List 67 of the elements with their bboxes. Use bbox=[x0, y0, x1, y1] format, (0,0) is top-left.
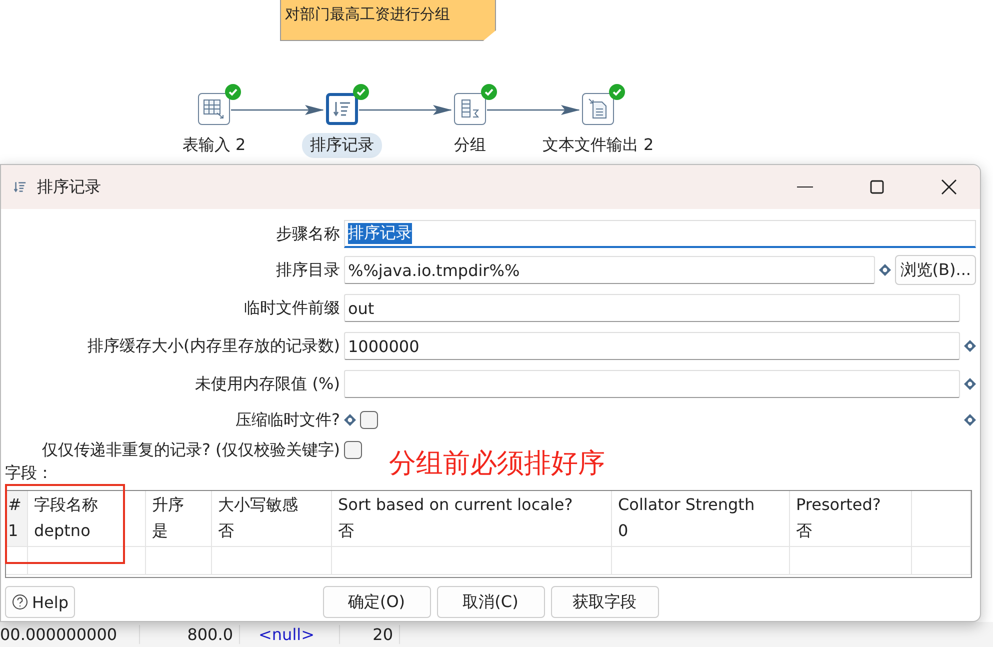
field-label: 排序目录 bbox=[275, 260, 340, 280]
table-icon bbox=[203, 98, 225, 120]
checkbox[interactable] bbox=[360, 411, 378, 429]
table-cell bbox=[146, 547, 212, 575]
table-cell bbox=[912, 519, 971, 547]
group-icon bbox=[459, 98, 481, 120]
step-label[interactable]: 文本文件输出 2 bbox=[534, 133, 662, 158]
dialog-button[interactable]: 取消(C) bbox=[436, 586, 544, 618]
column-header[interactable]: 大小写敏感 bbox=[212, 491, 332, 519]
sticky-note: 对部门最高工资进行分组 bbox=[280, 0, 496, 41]
help-icon bbox=[12, 594, 28, 610]
maximize-icon bbox=[870, 180, 884, 194]
table-cell: 1 bbox=[6, 519, 28, 547]
table-cell: 00.000000000 bbox=[0, 625, 140, 644]
table-cell: 800.0 bbox=[140, 625, 240, 644]
step-node[interactable] bbox=[326, 93, 358, 125]
field-label: 步骤名称 bbox=[275, 224, 340, 244]
step-node[interactable] bbox=[454, 93, 486, 125]
input-field[interactable]: %%java.io.tmpdir%% bbox=[344, 256, 876, 284]
minimize-icon bbox=[797, 186, 813, 188]
column-header[interactable]: Presorted? bbox=[790, 491, 912, 519]
step-label[interactable]: 排序记录 bbox=[302, 133, 382, 158]
table-cell: 20 bbox=[340, 625, 400, 644]
variable-icon[interactable] bbox=[879, 264, 892, 276]
table-cell: 是 bbox=[146, 519, 212, 547]
step-label[interactable]: 分组 bbox=[446, 133, 494, 158]
step-node[interactable] bbox=[582, 93, 614, 125]
dialog-button[interactable]: 确定(O) bbox=[322, 586, 430, 618]
column-header[interactable]: Collator Strength bbox=[612, 491, 790, 519]
input-field[interactable] bbox=[344, 370, 960, 398]
annotation-text: 分组前必须排好序 bbox=[389, 447, 605, 481]
input-field[interactable]: 排序记录 bbox=[344, 220, 976, 248]
column-header[interactable]: 升序 bbox=[146, 491, 212, 519]
table-cell: 0 bbox=[612, 519, 790, 547]
input-field[interactable]: 1000000 bbox=[344, 332, 960, 360]
document-icon bbox=[587, 98, 609, 120]
variable-icon[interactable] bbox=[344, 414, 356, 426]
step-label[interactable]: 表输入 2 bbox=[174, 133, 254, 158]
variable-icon[interactable] bbox=[964, 414, 976, 426]
field-label: 未使用内存限值 (%) bbox=[194, 374, 340, 394]
variable-icon[interactable] bbox=[964, 378, 976, 390]
table-cell bbox=[6, 547, 28, 575]
section-label: 字段： bbox=[5, 463, 53, 484]
field-label: 压缩临时文件? bbox=[234, 410, 340, 430]
field-label: 临时文件前缀 bbox=[243, 298, 340, 318]
sort-icon bbox=[332, 99, 352, 119]
close-icon bbox=[941, 179, 957, 195]
table-cell: 否 bbox=[212, 519, 332, 547]
checkbox[interactable] bbox=[344, 441, 362, 459]
browse-button[interactable]: 浏览(B)... bbox=[895, 255, 976, 285]
variable-icon[interactable] bbox=[964, 340, 976, 352]
table-cell: 否 bbox=[332, 519, 612, 547]
step-node[interactable] bbox=[198, 93, 230, 125]
table-cell: <null> bbox=[240, 625, 340, 644]
field-label: 排序缓存大小(内存里存放的记录数) bbox=[86, 336, 340, 356]
sort-icon bbox=[13, 180, 27, 194]
table-cell: 否 bbox=[790, 519, 912, 547]
input-field[interactable]: out bbox=[344, 294, 960, 322]
column-header[interactable]: Sort based on current locale? bbox=[332, 491, 612, 519]
column-header[interactable]: # bbox=[6, 491, 28, 519]
field-label: 仅仅传递非重复的记录? (仅仅校验关键字) bbox=[40, 440, 340, 460]
help-button[interactable]: Help bbox=[5, 586, 76, 618]
table-cell: deptno bbox=[28, 519, 146, 547]
window-title: 排序记录 bbox=[37, 176, 102, 198]
column-header[interactable]: 字段名称 bbox=[28, 491, 146, 519]
table-cell bbox=[912, 547, 971, 575]
dialog-button[interactable]: 获取字段 bbox=[550, 586, 658, 618]
